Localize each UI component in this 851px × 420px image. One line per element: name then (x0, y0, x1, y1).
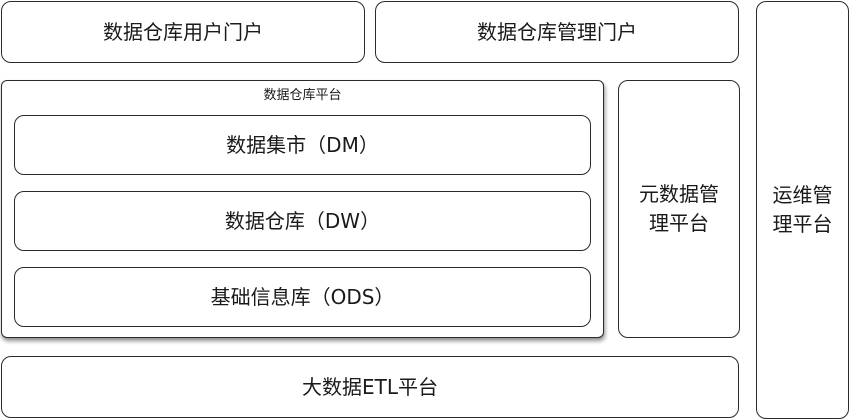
warehouse-platform-container: 数据仓库平台 数据集市（DM） 数据仓库（DW） 基础信息库（ODS） (1, 80, 604, 338)
etl-platform-label: 大数据ETL平台 (302, 374, 438, 399)
warehouse-platform-title: 数据仓库平台 (263, 88, 342, 103)
ods-layer: 基础信息库（ODS） (14, 267, 591, 327)
data-warehouse-layer: 数据仓库（DW） (14, 191, 591, 251)
admin-portal-label: 数据仓库管理门户 (477, 19, 637, 44)
data-warehouse-label: 数据仓库（DW） (224, 208, 381, 233)
user-portal-label: 数据仓库用户门户 (103, 19, 263, 44)
data-mart-label: 数据集市（DM） (226, 132, 379, 157)
ops-platform-box: 运维管理平台 (756, 1, 849, 419)
ods-label: 基础信息库（ODS） (210, 284, 395, 309)
etl-platform-box: 大数据ETL平台 (1, 356, 739, 418)
data-mart-layer: 数据集市（DM） (14, 115, 591, 175)
metadata-platform-box: 元数据管理平台 (618, 80, 740, 338)
user-portal-box: 数据仓库用户门户 (1, 1, 365, 63)
admin-portal-box: 数据仓库管理门户 (375, 1, 739, 63)
metadata-platform-label: 元数据管理平台 (639, 182, 719, 235)
ops-platform-label: 运维管理平台 (772, 183, 833, 236)
